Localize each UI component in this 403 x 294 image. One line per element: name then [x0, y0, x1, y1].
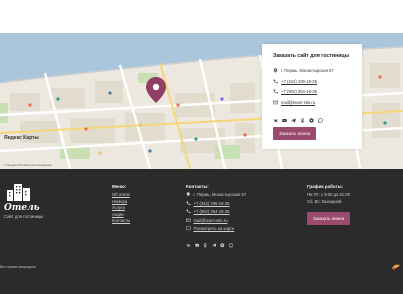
- logo-subtitle: Сайт для гостиницы: [4, 214, 44, 219]
- footer-menu: Меню: Об отеле Номера Услуги Акции Конта…: [112, 184, 130, 225]
- menu-link-services[interactable]: Услуги: [112, 205, 130, 210]
- card-address: г. Пермь, Монастырская 57: [281, 68, 334, 73]
- footer-contacts: Контакты: г. Пермь, Монастырская 57 +7 (…: [186, 184, 246, 248]
- menu-link-about[interactable]: Об отеле: [112, 192, 130, 197]
- map-brand: Яндекс Карты: [4, 135, 39, 141]
- odnoklassniki-icon[interactable]: [203, 235, 208, 248]
- card-phone2-row: +7 (902) 354-19-35: [273, 89, 351, 94]
- telegram-icon[interactable]: [211, 235, 217, 248]
- map-icon: [186, 226, 191, 231]
- vk-icon[interactable]: [186, 235, 191, 247]
- footer-order-call-button[interactable]: Заказать звонок: [307, 212, 351, 225]
- footer-email-link[interactable]: mail@team-site.ru: [194, 218, 228, 223]
- card-phone1-link[interactable]: +7 (342) 206-19-35: [281, 79, 317, 84]
- logo-title: Отель: [4, 203, 40, 213]
- footer-address: г. Пермь, Монастырская 57: [193, 192, 247, 197]
- card-phone2-link[interactable]: +7 (902) 354-19-35: [281, 89, 317, 94]
- footer-map-row: Посмотреть на карте: [186, 226, 246, 231]
- footer-email-row: mail@team-site.ru: [186, 218, 246, 223]
- footer-social-icons: [186, 235, 246, 248]
- odnoklassniki-icon[interactable]: [300, 110, 305, 123]
- location-pin-icon: [186, 192, 190, 197]
- contact-card: Заказать сайт для гостиницы г. Пермь, Мо…: [262, 44, 362, 149]
- footer-phone1-link[interactable]: +7 (342) 206-19-35: [194, 201, 230, 206]
- card-phone1-row: +7 (342) 206-19-35: [273, 79, 351, 84]
- youtube-icon[interactable]: [282, 110, 287, 122]
- phone-icon: [186, 209, 191, 214]
- mail-icon: [273, 100, 278, 104]
- hours-weekdays: Пн-Пт: с 9:00 до 21:00: [307, 192, 350, 197]
- copyright-text: Все права защищены: [0, 265, 37, 269]
- telegram-icon[interactable]: [291, 110, 296, 123]
- footer-logo[interactable]: Отель Сайт для гостиницы: [4, 182, 46, 219]
- whatsapp-icon[interactable]: [318, 110, 323, 123]
- mail-icon: [186, 218, 191, 222]
- hotel-building-icon: [7, 184, 30, 201]
- menu-link-rooms[interactable]: Номера: [112, 199, 130, 204]
- hours-weekend: Сб, Вс: Выходной: [307, 199, 342, 204]
- footer: Отель Сайт для гостиницы Меню: Об отеле …: [0, 169, 403, 294]
- youtube-icon[interactable]: [194, 235, 200, 247]
- card-title: Заказать сайт для гостиницы: [273, 53, 350, 59]
- footer-phone1-row: +7 (342) 206-19-35: [186, 201, 246, 206]
- card-email-link[interactable]: mail@team-site.ru: [281, 100, 315, 105]
- vk-icon[interactable]: [273, 110, 278, 122]
- map-attribution[interactable]: © Яндекс Условия использования: [4, 163, 51, 167]
- whatsapp-icon[interactable]: [228, 235, 234, 248]
- order-call-button[interactable]: Заказать звонок: [273, 127, 317, 140]
- page: Яндекс Карты © Яндекс Условия использова…: [0, 0, 403, 294]
- viber-icon[interactable]: [220, 235, 225, 248]
- phone-icon: [273, 89, 278, 94]
- card-social-icons: [273, 110, 351, 123]
- location-marker-icon: [146, 77, 166, 103]
- phone-icon: [273, 79, 278, 83]
- footer-address-row: г. Пермь, Монастырская 57: [186, 192, 246, 197]
- developer-logo-icon[interactable]: [391, 263, 401, 271]
- menu-link-offers[interactable]: Акции: [112, 212, 130, 217]
- footer-phone2-link[interactable]: +7 (902) 354-19-35: [194, 209, 230, 214]
- card-email-row: mail@team-site.ru: [273, 100, 351, 105]
- menu-link-contacts[interactable]: Контакты: [112, 218, 130, 223]
- footer-phone2-row: +7 (902) 354-19-35: [186, 209, 246, 214]
- viber-icon[interactable]: [309, 110, 314, 123]
- location-pin-icon: [273, 68, 278, 73]
- hours-heading: График работы:: [307, 184, 344, 189]
- menu-heading: Меню:: [112, 184, 127, 189]
- footer-hours: График работы: Пн-Пт: с 9:00 до 21:00 Сб…: [307, 184, 351, 225]
- phone-icon: [186, 201, 191, 205]
- footer-map-link[interactable]: Посмотреть на карте: [194, 226, 235, 231]
- card-address-row: г. Пермь, Монастырская 57: [273, 68, 351, 73]
- contacts-heading: Контакты:: [186, 184, 209, 189]
